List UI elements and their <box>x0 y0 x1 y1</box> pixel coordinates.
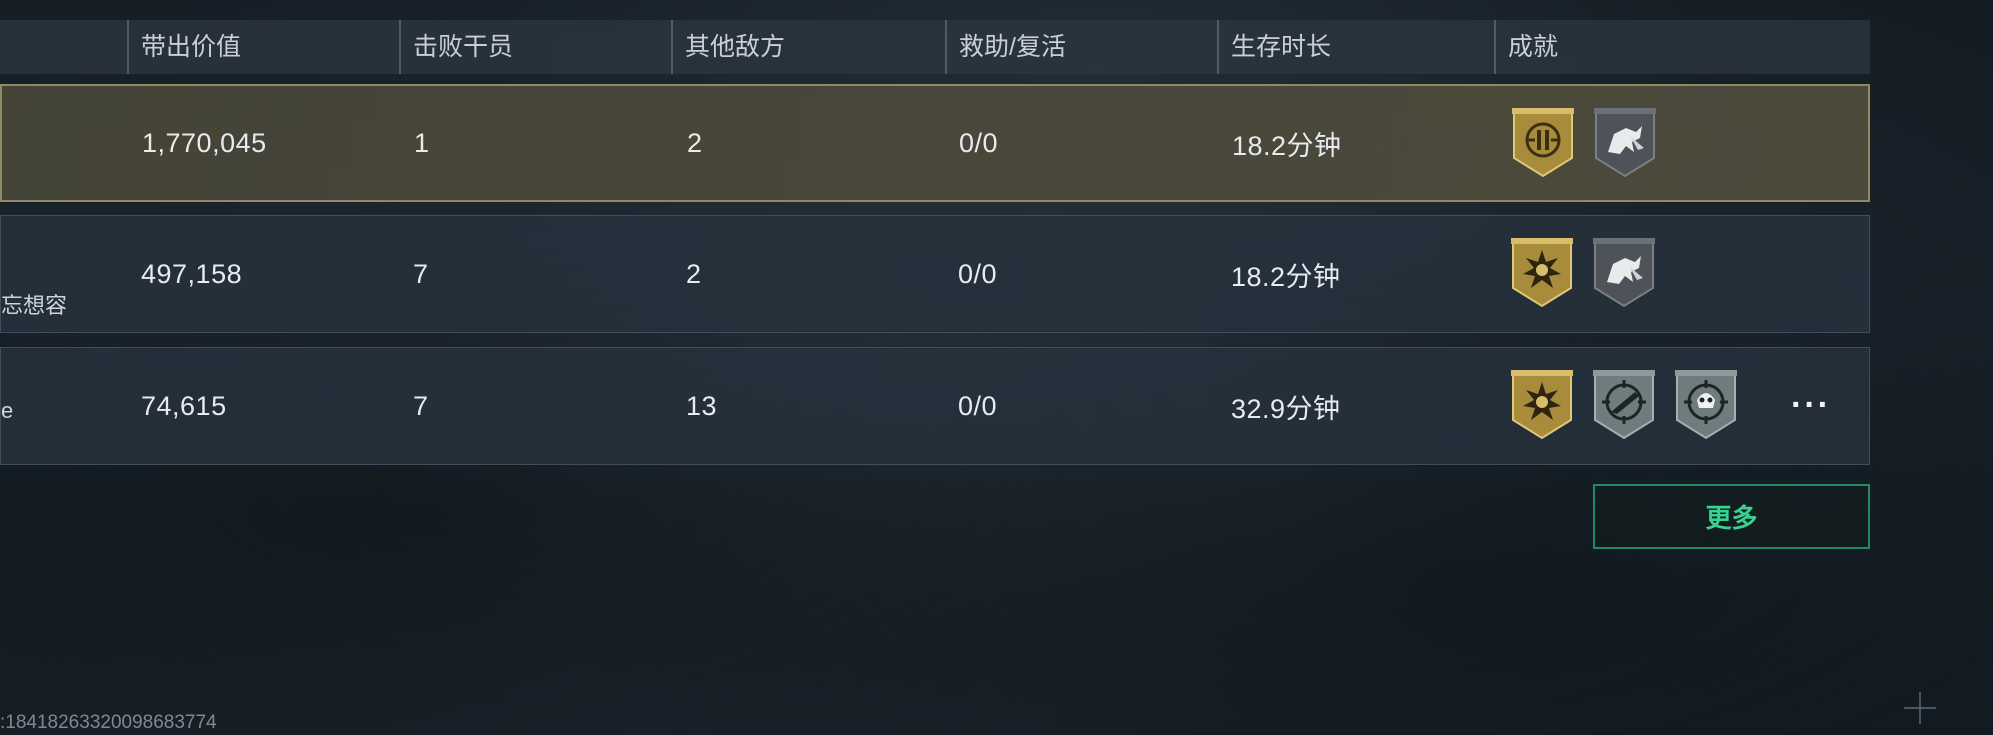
teal-rifle-target-badge-icon[interactable] <box>1591 368 1657 440</box>
cell-others: 2 <box>687 127 703 158</box>
achievement-badges <box>1509 236 1657 316</box>
player-name: e <box>1 398 14 423</box>
crosshair-icon <box>1904 692 1936 724</box>
achievement-badges <box>1509 368 1739 448</box>
gold-burst-badge-icon[interactable] <box>1509 236 1575 308</box>
table-row[interactable]: 忘想容 497,158 7 2 0/0 18.2分钟 <box>0 215 1870 333</box>
table-row[interactable]: 1,770,045 1 2 0/0 18.2分钟 <box>0 84 1870 202</box>
cell-survival: 18.2分钟 <box>1231 261 1341 292</box>
achievement-badges <box>1510 106 1658 186</box>
cell-value: 497,158 <box>141 258 243 289</box>
teal-skull-target-badge-icon[interactable] <box>1673 368 1739 440</box>
more-badges-icon[interactable]: ··· <box>1791 386 1831 425</box>
header-others: 其他敌方 <box>671 20 945 74</box>
header-assist: 救助/复活 <box>945 20 1217 74</box>
cell-assist: 0/0 <box>958 390 998 421</box>
cell-others: 2 <box>686 258 702 289</box>
cell-kills: 7 <box>413 390 429 421</box>
gray-horse-badge-icon[interactable] <box>1592 106 1658 178</box>
table-row[interactable]: e 74,615 7 13 0/0 32.9分钟 ··· <box>0 347 1870 465</box>
gray-horse-badge-icon[interactable] <box>1591 236 1657 308</box>
cell-survival: 32.9分钟 <box>1231 393 1341 424</box>
player-name: 忘想容 <box>1 293 68 318</box>
table-header: 带出价值 击败干员 其他敌方 救助/复活 生存时长 成就 <box>0 20 1870 74</box>
cell-value: 1,770,045 <box>142 127 267 158</box>
header-achievements: 成就 <box>1494 20 1870 74</box>
match-id: :18418263320098683774 <box>0 712 217 733</box>
header-value: 带出价值 <box>127 20 399 74</box>
cell-assist: 0/0 <box>959 127 999 158</box>
cell-assist: 0/0 <box>958 258 998 289</box>
more-button[interactable]: 更多 <box>1593 484 1870 549</box>
cell-survival: 18.2分钟 <box>1232 130 1342 161</box>
header-survival: 生存时长 <box>1217 20 1494 74</box>
gold-burst-badge-icon[interactable] <box>1509 368 1575 440</box>
header-kills: 击败干员 <box>399 20 671 74</box>
cell-kills: 1 <box>414 127 430 158</box>
gold-emblem-badge-icon[interactable] <box>1510 106 1576 178</box>
cell-others: 13 <box>686 390 718 421</box>
cell-kills: 7 <box>413 258 429 289</box>
cell-value: 74,615 <box>141 390 227 421</box>
